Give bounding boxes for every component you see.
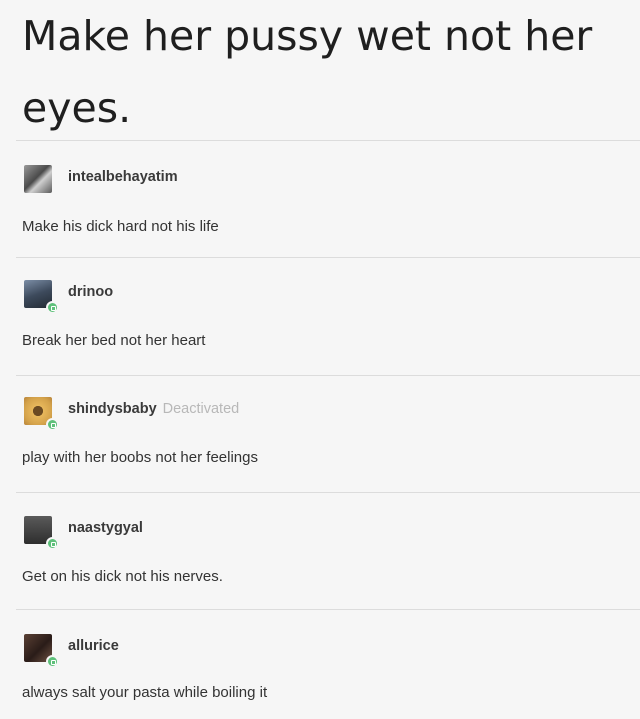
username-text: shindysbaby bbox=[68, 401, 157, 417]
avatar[interactable] bbox=[24, 516, 59, 550]
reblog-comment: Break her bed not her heart bbox=[22, 332, 206, 349]
avatar[interactable] bbox=[24, 165, 52, 193]
username-link[interactable]: naastygyal bbox=[68, 520, 143, 536]
follow-badge-icon[interactable] bbox=[46, 537, 59, 550]
reblog-comment: always salt your pasta while boiling it bbox=[22, 684, 268, 701]
username-link[interactable]: drinoo bbox=[68, 284, 113, 300]
follow-badge-icon[interactable] bbox=[46, 418, 59, 431]
avatar[interactable] bbox=[24, 280, 59, 314]
reblog-entry: naastygyal Get on his dick not his nerve… bbox=[22, 516, 622, 585]
reblog-entry: drinoo Break her bed not her heart bbox=[22, 280, 622, 349]
reblog-entry: allurice always salt your pasta while bo… bbox=[22, 634, 622, 701]
follow-badge-icon[interactable] bbox=[46, 301, 59, 314]
reblog-comment: Get on his dick not his nerves. bbox=[22, 568, 223, 585]
post-title: Make her pussy wet not her eyes. bbox=[22, 12, 593, 132]
divider bbox=[16, 609, 640, 610]
reblog-entry: intealbehayatim Make his dick hard not h… bbox=[22, 165, 622, 235]
reblog-entry: shindysbaby Deactivated play with her boo… bbox=[22, 397, 622, 466]
deactivated-label: Deactivated bbox=[162, 401, 240, 417]
username-link[interactable]: shindysbaby Deactivated bbox=[68, 401, 239, 417]
divider bbox=[16, 375, 640, 376]
avatar[interactable] bbox=[24, 397, 59, 431]
username-link[interactable]: intealbehayatim bbox=[68, 169, 178, 185]
reblog-comment: Make his dick hard not his life bbox=[22, 218, 219, 235]
avatar-image bbox=[24, 165, 52, 193]
divider bbox=[16, 492, 640, 493]
follow-badge-icon[interactable] bbox=[46, 655, 59, 668]
divider bbox=[16, 257, 640, 258]
reblog-comment: play with her boobs not her feelings bbox=[22, 449, 258, 466]
avatar[interactable] bbox=[24, 634, 59, 668]
username-link[interactable]: allurice bbox=[68, 638, 119, 654]
divider bbox=[16, 140, 640, 141]
